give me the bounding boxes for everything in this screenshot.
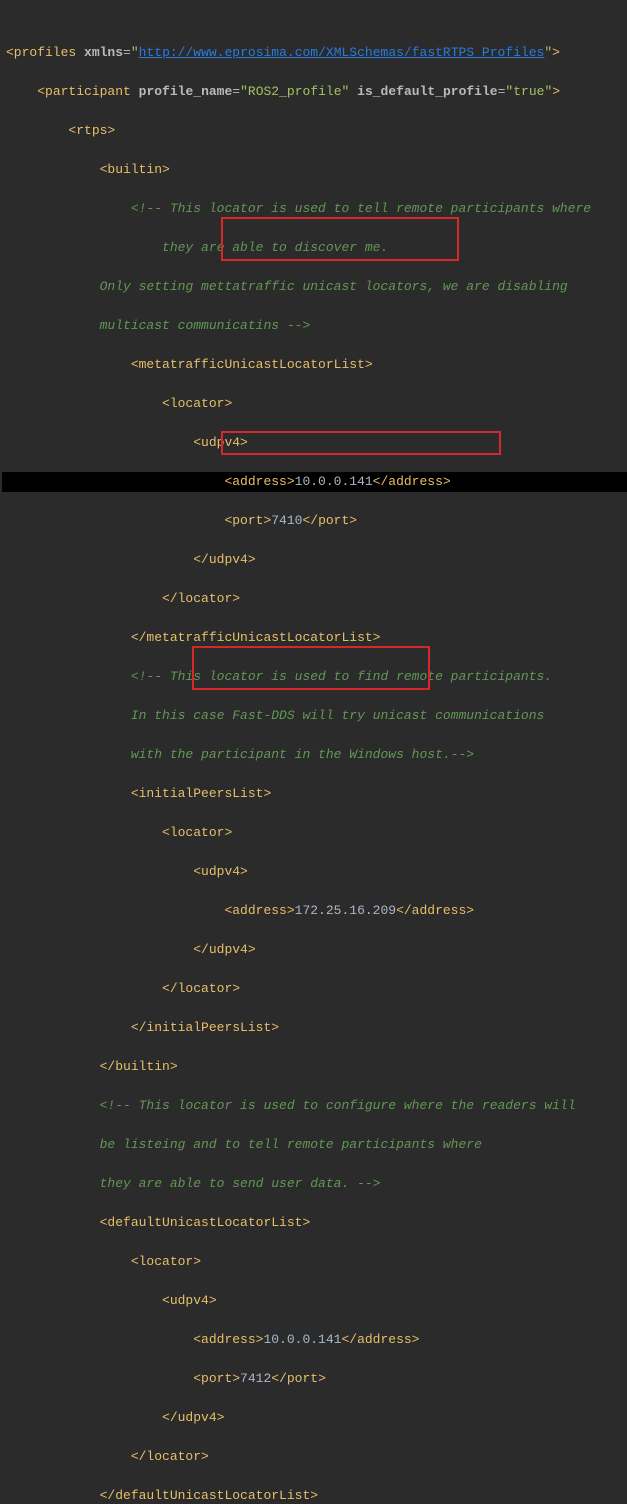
code-line: </builtin>	[2, 1057, 627, 1077]
code-editor: <profiles xmlns="http://www.eprosima.com…	[0, 0, 627, 1504]
code-line: be listeing and to tell remote participa…	[2, 1135, 627, 1155]
code-line: <address>172.25.16.209</address>	[2, 901, 627, 921]
code-line: with the participant in the Windows host…	[2, 745, 627, 765]
code-line: </udpv4>	[2, 1408, 627, 1428]
code-line: </metatrafficUnicastLocatorList>	[2, 628, 627, 648]
code-line: they are able to send user data. -->	[2, 1174, 627, 1194]
code-line: they are able to discover me.	[2, 238, 627, 258]
code-line: <udpv4>	[2, 1291, 627, 1311]
code-line: <!-- This locator is used to tell remote…	[2, 199, 627, 219]
code-line: <udpv4>	[2, 862, 627, 882]
code-line: <defaultUnicastLocatorList>	[2, 1213, 627, 1233]
code-line: </udpv4>	[2, 550, 627, 570]
code-line: <!-- This locator is used to find remote…	[2, 667, 627, 687]
code-line: <port>7410</port>	[2, 511, 627, 531]
code-line: In this case Fast-DDS will try unicast c…	[2, 706, 627, 726]
code-line: </udpv4>	[2, 940, 627, 960]
code-line: <profiles xmlns="http://www.eprosima.com…	[2, 43, 627, 63]
code-line: <address>10.0.0.141</address>	[2, 1330, 627, 1350]
code-line: <udpv4>	[2, 433, 627, 453]
meta-port: 7410	[271, 513, 302, 528]
code-line: </locator>	[2, 589, 627, 609]
code-line: </locator>	[2, 979, 627, 999]
code-line: <!-- This locator is used to configure w…	[2, 1096, 627, 1116]
code-line: </locator>	[2, 1447, 627, 1467]
code-line: Only setting mettatraffic unicast locato…	[2, 277, 627, 297]
meta-address: 10.0.0.141	[295, 474, 373, 489]
code-line: <port>7412</port>	[2, 1369, 627, 1389]
code-line: <initialPeersList>	[2, 784, 627, 804]
peer-address: 172.25.16.209	[295, 903, 396, 918]
code-line: <locator>	[2, 394, 627, 414]
default-address: 10.0.0.141	[263, 1332, 341, 1347]
code-line: <rtps>	[2, 121, 627, 141]
default-port: 7412	[240, 1371, 271, 1386]
code-line: </defaultUnicastLocatorList>	[2, 1486, 627, 1504]
code-line: </initialPeersList>	[2, 1018, 627, 1038]
code-line: multicast communicatins -->	[2, 316, 627, 336]
code-line: <metatrafficUnicastLocatorList>	[2, 355, 627, 375]
code-line: <participant profile_name="ROS2_profile"…	[2, 82, 627, 102]
code-line: <locator>	[2, 1252, 627, 1272]
code-line: <locator>	[2, 823, 627, 843]
code-line-highlighted: <address>10.0.0.141</address>	[2, 472, 627, 492]
code-line: <builtin>	[2, 160, 627, 180]
